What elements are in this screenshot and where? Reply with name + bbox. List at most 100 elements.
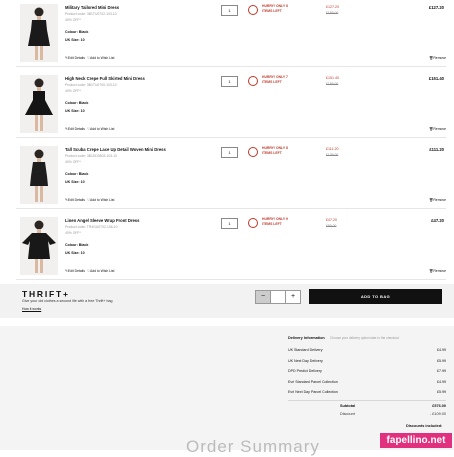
remove-item[interactable]: 🗑Remove (416, 56, 446, 60)
product-size: UK Size: 10 (65, 180, 85, 184)
quantity-select[interactable]: 1 (221, 5, 238, 16)
product-code: Product code: TR4GU0702-106-10 (65, 225, 118, 229)
product-colour: Colour: Black (65, 101, 89, 105)
item-links: ✎Edit Details ♡Add to Wish List (65, 127, 114, 131)
sale-price: £111.20 (326, 147, 339, 151)
thrift-quantity-stepper: − + (255, 290, 301, 304)
add-to-wishlist-link[interactable]: Add to Wish List (90, 198, 115, 202)
edit-details-link[interactable]: Edit Details (68, 198, 85, 202)
watermark: fapellino.net (380, 433, 452, 448)
delivery-option-name: UK Standard Delivery (288, 348, 323, 352)
stock-warning-line: ITEMS LEFT (262, 8, 282, 13)
discount-note: 40% OFF* (65, 231, 81, 235)
product-image[interactable] (20, 217, 58, 275)
delivery-option-price: £4.99 (437, 379, 446, 384)
order-summary-heading: Order Summary (186, 437, 320, 456)
thrift-banner: THRIFT+ Give your old clothes a second l… (0, 284, 454, 318)
remove-item[interactable]: 🗑Remove (416, 198, 446, 202)
original-price: £159.00 (326, 11, 339, 15)
how-it-works-link[interactable]: How it works (22, 307, 41, 311)
thrift-logo: THRIFT+ (22, 289, 70, 299)
line-total: £127.20 (428, 5, 444, 10)
remove-label: Remove (433, 56, 446, 60)
product-code: Product code: 3B1TU0702-103-10 (65, 12, 117, 16)
delivery-option-name: DPD Predict Delivery (288, 369, 322, 373)
delivery-option-price: £5.99 (437, 390, 446, 394)
stock-warning-line: HURRY! ONLY 8 (262, 4, 288, 8)
quantity-select[interactable]: 1 (221, 147, 238, 158)
quantity-select[interactable]: 1 (221, 218, 238, 229)
delivery-option-price: £4.99 (437, 348, 446, 352)
stepper-value (271, 291, 285, 303)
add-to-bag-button[interactable]: ADD TO BAG (309, 289, 442, 304)
basket-item: Tall Scuba Crepe Lace Up Detail Woven Mi… (16, 142, 446, 209)
discount-value: - £109.00 (429, 412, 446, 416)
original-price: £59.00 (326, 224, 337, 228)
stock-warning-line: ITEMS LEFT (262, 221, 282, 226)
delivery-option: DPD Predict Delivery £7.99 (288, 369, 446, 380)
item-links: ✎Edit Details ♡Add to Wish List (65, 56, 114, 60)
original-price: £189.00 (326, 82, 339, 86)
order-summary: Delivery Information Choose your deliver… (0, 326, 454, 450)
sale-price: £127.20 (326, 5, 339, 9)
remove-item[interactable]: 🗑Remove (416, 269, 446, 273)
delivery-option: UK Standard Delivery £4.99 (288, 348, 446, 359)
sale-price: £47.20 (326, 218, 337, 222)
delivery-option: Evri Standard Parcel Collection £4.99 (288, 380, 446, 391)
edit-details-link[interactable]: Edit Details (68, 127, 85, 131)
product-title[interactable]: Linen Angel Sleeve Wrap Front Dress (65, 218, 139, 223)
product-size: UK Size: 10 (65, 251, 85, 255)
product-colour: Colour: Black (65, 243, 89, 247)
basket-item: Military Tailored Mini Dress Product cod… (16, 0, 446, 67)
product-image[interactable] (20, 146, 58, 204)
minus-button[interactable]: − (256, 291, 271, 303)
product-size: UK Size: 10 (65, 109, 85, 113)
sale-price: £151.40 (326, 76, 339, 80)
product-image[interactable] (20, 75, 58, 133)
subtotal-value: £576.00 (432, 404, 446, 408)
plus-button[interactable]: + (285, 291, 300, 303)
remove-label: Remove (433, 127, 446, 131)
stock-warning-line: HURRY! ONLY 7 (262, 75, 288, 79)
product-code: Product code: 3B1DD0803-103-10 (65, 154, 118, 158)
line-total: £151.40 (428, 76, 444, 81)
clock-icon (248, 218, 258, 228)
clock-icon (248, 76, 258, 86)
product-colour: Colour: Black (65, 30, 89, 34)
discount-row: Discount - £109.00 (288, 412, 446, 420)
subtotal-label: Subtotal (340, 404, 356, 408)
remove-label: Remove (433, 269, 446, 273)
add-to-wishlist-link[interactable]: Add to Wish List (90, 127, 115, 131)
basket-item: Linen Angel Sleeve Wrap Front Dress Prod… (16, 213, 446, 280)
delivery-hint: Choose your delivery option later in the… (330, 336, 399, 340)
edit-details-link[interactable]: Edit Details (68, 56, 85, 60)
add-to-wishlist-link[interactable]: Add to Wish List (90, 269, 115, 273)
product-image[interactable] (20, 4, 58, 62)
product-title[interactable]: Tall Scuba Crepe Lace Up Detail Woven Mi… (65, 147, 166, 152)
quantity-select[interactable]: 1 (221, 76, 238, 87)
product-colour: Colour: Black (65, 172, 89, 176)
item-links: ✎Edit Details ♡Add to Wish List (65, 269, 114, 273)
product-title[interactable]: High Neck Crepe Full Skirted Mini Dress (65, 76, 145, 81)
clock-icon (248, 147, 258, 157)
original-price: £139.00 (326, 153, 339, 157)
delivery-option-price: £7.99 (437, 369, 446, 373)
discount-note: 40% OFF* (65, 89, 81, 93)
stock-warning-line: ITEMS LEFT (262, 79, 282, 84)
subtotal-row: Subtotal £576.00 (288, 404, 446, 412)
remove-label: Remove (433, 198, 446, 202)
discount-label: Discount (340, 412, 355, 416)
add-to-wishlist-link[interactable]: Add to Wish List (90, 56, 115, 60)
edit-details-link[interactable]: Edit Details (68, 269, 85, 273)
delivery-option: Evri Next Day Parcel Collection £5.99 (288, 390, 446, 401)
remove-item[interactable]: 🗑Remove (416, 127, 446, 131)
clock-icon (248, 5, 258, 15)
delivery-option: UK Next Day Delivery £5.99 (288, 359, 446, 370)
delivery-heading: Delivery Information (288, 336, 325, 340)
basket-item: High Neck Crepe Full Skirted Mini Dress … (16, 71, 446, 138)
delivery-option-name: UK Next Day Delivery (288, 358, 323, 363)
stock-warning-line: HURRY! ONLY 9 (262, 217, 288, 221)
delivery-option-name: Evri Next Day Parcel Collection (288, 390, 338, 394)
discounts-included: Discounts included: (406, 424, 443, 428)
product-title[interactable]: Military Tailored Mini Dress (65, 5, 119, 10)
